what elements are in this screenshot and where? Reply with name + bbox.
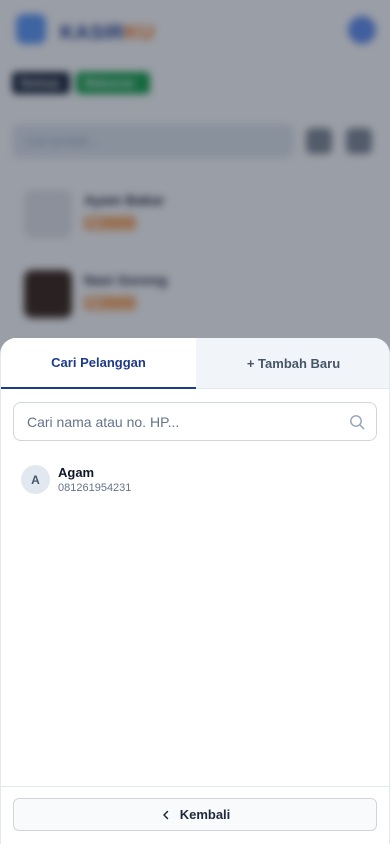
sheet-tabs: Cari Pelanggan + Tambah Baru — [1, 338, 389, 389]
search-icon[interactable] — [349, 414, 365, 430]
sheet-footer: Kembali — [1, 786, 389, 844]
tab-search-customer[interactable]: Cari Pelanggan — [1, 338, 196, 389]
back-button-label: Kembali — [179, 807, 231, 822]
customer-search-input[interactable] — [15, 404, 335, 439]
customer-avatar: A — [21, 465, 50, 494]
customer-search-box — [13, 402, 377, 441]
customer-phone: 081261954231 — [58, 482, 132, 494]
back-button[interactable]: Kembali — [13, 798, 377, 831]
customer-name: Agam — [58, 465, 95, 480]
chevron-left-icon — [162, 810, 168, 819]
customer-list-item[interactable]: A Agam 081261954231 — [21, 464, 371, 500]
tab-add-new-customer[interactable]: + Tambah Baru — [196, 338, 389, 389]
customer-picker-sheet: Cari Pelanggan + Tambah Baru A Agam 0812… — [0, 338, 390, 844]
